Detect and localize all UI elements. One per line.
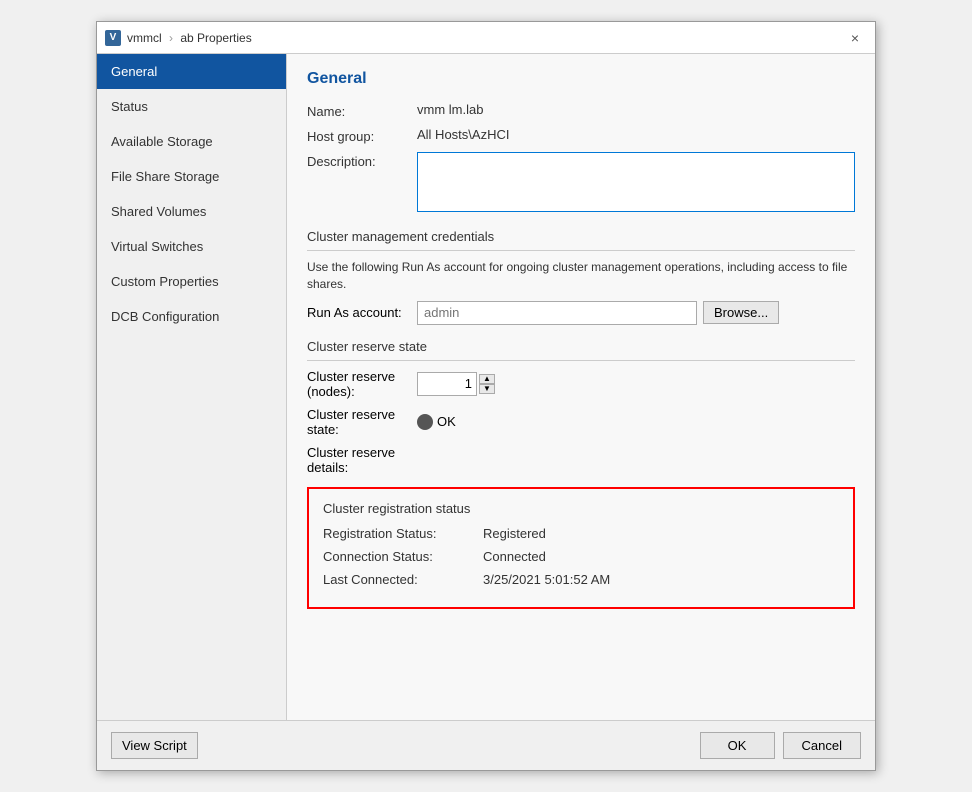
cluster-reserve-nodes-input[interactable] bbox=[417, 372, 477, 396]
description-label: Description: bbox=[307, 152, 417, 169]
registration-status-value: Registered bbox=[483, 526, 546, 541]
cluster-mgmt-desc: Use the following Run As account for ong… bbox=[307, 259, 855, 293]
title-separator: › bbox=[169, 31, 173, 45]
sidebar-item-virtual-switches[interactable]: Virtual Switches bbox=[97, 229, 286, 264]
registration-status-row: Registration Status: Registered bbox=[323, 526, 839, 541]
title-bar: V vmmcl › ab Properties × bbox=[97, 22, 875, 54]
run-as-label: Run As account: bbox=[307, 305, 417, 320]
host-group-row: Host group: All Hosts\AzHCI bbox=[307, 127, 855, 144]
name-row: Name: vmm lm.lab bbox=[307, 102, 855, 119]
cluster-reserve-nodes-row: Cluster reserve (nodes): ▲ ▼ bbox=[307, 369, 855, 399]
dialog-title: ab Properties bbox=[180, 31, 251, 45]
sidebar-item-general[interactable]: General bbox=[97, 54, 286, 89]
connection-status-row: Connection Status: Connected bbox=[323, 549, 839, 564]
description-input[interactable] bbox=[417, 152, 855, 212]
run-as-row: Run As account: Browse... bbox=[307, 301, 855, 325]
host-group-value: All Hosts\AzHCI bbox=[417, 127, 509, 142]
connection-status-value: Connected bbox=[483, 549, 546, 564]
title-bar-text: vmmcl › ab Properties bbox=[127, 31, 843, 45]
cluster-reserve-details-row: Cluster reserve details: bbox=[307, 445, 855, 475]
cluster-reserve-state-label: Cluster reserve state: bbox=[307, 407, 417, 437]
host-group-label: Host group: bbox=[307, 127, 417, 144]
last-connected-row: Last Connected: 3/25/2021 5:01:52 AM bbox=[323, 572, 839, 587]
sidebar-item-dcb-configuration[interactable]: DCB Configuration bbox=[97, 299, 286, 334]
cluster-mgmt-section: Cluster management credentials Use the f… bbox=[307, 229, 855, 325]
cluster-reserve-section: Cluster reserve state Cluster reserve (n… bbox=[307, 339, 855, 475]
sidebar: General Status Available Storage File Sh… bbox=[97, 54, 287, 720]
sidebar-item-custom-properties[interactable]: Custom Properties bbox=[97, 264, 286, 299]
spinner-down[interactable]: ▼ bbox=[479, 384, 495, 394]
sidebar-item-status[interactable]: Status bbox=[97, 89, 286, 124]
main-content: General Name: vmm lm.lab Host group: All… bbox=[287, 54, 875, 720]
last-connected-label: Last Connected: bbox=[323, 572, 483, 587]
spinner-up[interactable]: ▲ bbox=[479, 374, 495, 384]
dialog-body: General Status Available Storage File Sh… bbox=[97, 54, 875, 720]
name-label: Name: bbox=[307, 102, 417, 119]
cluster-mgmt-header: Cluster management credentials bbox=[307, 229, 855, 244]
description-wrapper bbox=[417, 152, 855, 215]
close-button[interactable]: × bbox=[843, 26, 867, 50]
connection-status-label: Connection Status: bbox=[323, 549, 483, 564]
run-as-input[interactable] bbox=[417, 301, 697, 325]
properties-dialog: V vmmcl › ab Properties × General Status… bbox=[96, 21, 876, 771]
footer-left: View Script bbox=[111, 732, 700, 759]
cluster-reserve-state-value: OK bbox=[437, 414, 456, 429]
cluster-reserve-nodes-label: Cluster reserve (nodes): bbox=[307, 369, 417, 399]
dialog-footer: View Script OK Cancel bbox=[97, 720, 875, 770]
name-value: vmm lm.lab bbox=[417, 102, 483, 117]
sidebar-item-shared-volumes[interactable]: Shared Volumes bbox=[97, 194, 286, 229]
cluster-registration-section: Cluster registration status Registration… bbox=[307, 487, 855, 609]
ok-button[interactable]: OK bbox=[700, 732, 775, 759]
section-title: General bbox=[307, 70, 855, 88]
description-row: Description: bbox=[307, 152, 855, 215]
cluster-reserve-state-row: Cluster reserve state: OK bbox=[307, 407, 855, 437]
cluster-reserve-state-icon bbox=[417, 414, 433, 430]
sidebar-item-available-storage[interactable]: Available Storage bbox=[97, 124, 286, 159]
app-icon: V bbox=[105, 30, 121, 46]
spinner-arrows: ▲ ▼ bbox=[479, 374, 495, 394]
browse-button[interactable]: Browse... bbox=[703, 301, 779, 324]
cluster-reserve-details-label: Cluster reserve details: bbox=[307, 445, 417, 475]
footer-right: OK Cancel bbox=[700, 732, 861, 759]
cancel-button[interactable]: Cancel bbox=[783, 732, 861, 759]
registration-status-label: Registration Status: bbox=[323, 526, 483, 541]
last-connected-value: 3/25/2021 5:01:52 AM bbox=[483, 572, 610, 587]
divider-2 bbox=[307, 360, 855, 361]
app-name: vmmcl bbox=[127, 31, 162, 45]
view-script-button[interactable]: View Script bbox=[111, 732, 198, 759]
cluster-reg-header: Cluster registration status bbox=[323, 501, 839, 516]
sidebar-item-file-share-storage[interactable]: File Share Storage bbox=[97, 159, 286, 194]
divider-1 bbox=[307, 250, 855, 251]
cluster-reserve-header: Cluster reserve state bbox=[307, 339, 855, 354]
